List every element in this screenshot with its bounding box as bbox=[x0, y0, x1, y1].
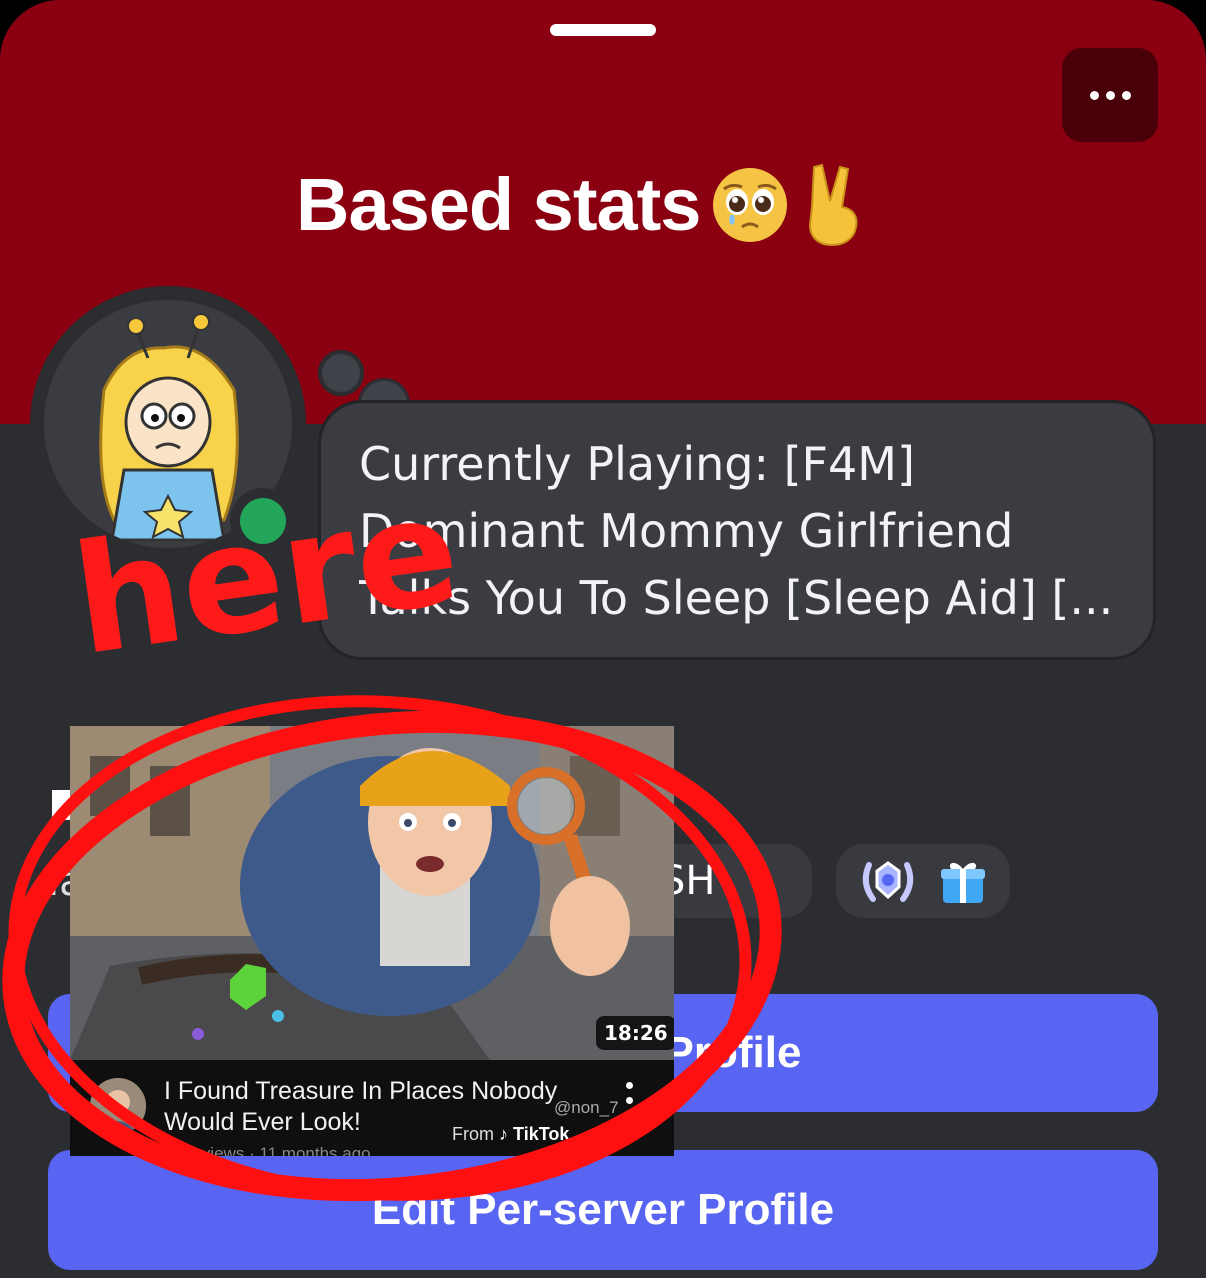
video-source-line: From ♪ TikTok bbox=[452, 1124, 569, 1145]
more-dot-icon bbox=[1121, 90, 1131, 100]
video-channel-handle[interactable]: @non_7 bbox=[554, 1098, 619, 1118]
banner-title-text: Based stats bbox=[296, 163, 701, 246]
video-meta: 12M views · 11 months ago bbox=[164, 1144, 371, 1156]
video-duration-badge: 18:26 bbox=[596, 1016, 674, 1050]
video-menu-button[interactable] bbox=[626, 1082, 634, 1118]
video-source-prefix: From bbox=[452, 1124, 494, 1144]
status-line: Currently Playing: [F4M] bbox=[359, 437, 915, 491]
channel-avatar-image bbox=[90, 1078, 146, 1134]
display-name-fragment bbox=[52, 790, 72, 820]
gift-icon bbox=[941, 862, 985, 903]
nitro-laurel-icon bbox=[862, 861, 914, 902]
channel-avatar[interactable] bbox=[90, 1078, 146, 1134]
video-source-name: TikTok bbox=[513, 1124, 570, 1144]
online-status-icon bbox=[240, 498, 286, 544]
status-line: Talks You To Sleep [Sleep Aid] [... bbox=[359, 571, 1114, 625]
edit-profile-label: Profile bbox=[664, 1028, 802, 1077]
video-thumbnail-image bbox=[70, 726, 674, 1060]
edit-per-server-profile-button[interactable]: Edit Per-server Profile bbox=[48, 1150, 1158, 1270]
pleading-face-icon bbox=[713, 168, 788, 242]
more-dot-icon bbox=[1105, 90, 1115, 100]
video-embed-card[interactable]: 18:26 I Found Treasure In Places Nobody … bbox=[70, 726, 674, 1156]
more-dot-icon bbox=[1089, 90, 1099, 100]
more-options-button[interactable] bbox=[1062, 48, 1158, 142]
victory-hand-icon bbox=[809, 163, 858, 247]
tiktok-icon: ♪ bbox=[499, 1124, 509, 1144]
thought-bubble-dot bbox=[318, 350, 364, 396]
badges-pill[interactable] bbox=[836, 844, 1010, 918]
custom-status-bubble[interactable]: Currently Playing: [F4M] Dominant Mommy … bbox=[318, 400, 1156, 660]
kebab-dot-icon bbox=[626, 1096, 633, 1104]
edit-per-server-profile-label: Edit Per-server Profile bbox=[371, 1185, 835, 1234]
banner-status-title: Based stats bbox=[296, 160, 864, 250]
kebab-dot-icon bbox=[626, 1111, 633, 1118]
sheet-drag-handle[interactable] bbox=[550, 24, 656, 36]
kebab-dot-icon bbox=[626, 1082, 633, 1089]
video-thumbnail[interactable] bbox=[70, 726, 674, 1060]
status-line: Dominant Mommy Girlfriend bbox=[359, 504, 1014, 558]
